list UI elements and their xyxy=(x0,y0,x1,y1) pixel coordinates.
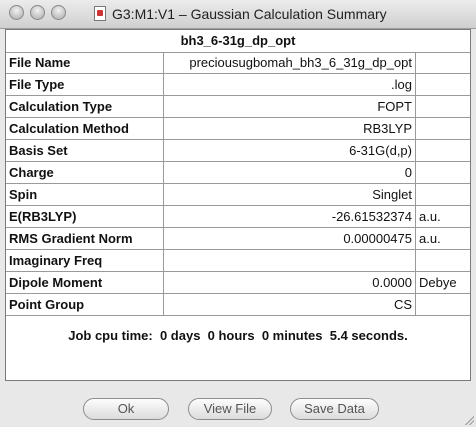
table-row: Charge 0 xyxy=(6,162,470,184)
row-value: preciousugbomah_bh3_6_31g_dp_opt xyxy=(164,52,416,74)
row-label: File Name xyxy=(6,52,164,74)
job-cpu-time: Job cpu time: 0 days 0 hours 0 minutes 5… xyxy=(68,328,408,343)
table-row: Calculation Type FOPT xyxy=(6,96,470,118)
row-value: CS xyxy=(164,294,416,316)
table-row: Point Group CS xyxy=(6,294,470,316)
view-file-button[interactable]: View File xyxy=(188,398,272,420)
row-unit: Debye xyxy=(416,272,470,294)
row-unit xyxy=(416,74,470,96)
table-row: Dipole Moment 0.0000 Debye xyxy=(6,272,470,294)
table-header: bh3_6-31g_dp_opt xyxy=(6,30,470,53)
table-row: Basis Set 6-31G(d,p) xyxy=(6,140,470,162)
row-label: Calculation Method xyxy=(6,118,164,140)
row-label: Spin xyxy=(6,184,164,206)
row-value xyxy=(164,250,416,272)
button-bar: Ok View File Save Data xyxy=(0,382,476,427)
resize-grip-icon[interactable] xyxy=(464,415,474,425)
table-row: E(RB3LYP) -26.61532374 a.u. xyxy=(6,206,470,228)
row-value: FOPT xyxy=(164,96,416,118)
close-window-button[interactable] xyxy=(9,5,24,20)
row-label: Imaginary Freq xyxy=(6,250,164,272)
row-unit xyxy=(416,118,470,140)
row-label: Dipole Moment xyxy=(6,272,164,294)
document-icon xyxy=(94,6,106,21)
table-row: Imaginary Freq xyxy=(6,250,470,272)
title-bar: G3:M1:V1 – Gaussian Calculation Summary xyxy=(0,0,476,29)
row-unit xyxy=(416,184,470,206)
row-label: Calculation Type xyxy=(6,96,164,118)
row-label: Point Group xyxy=(6,294,164,316)
row-value: 0 xyxy=(164,162,416,184)
window-title: G3:M1:V1 – Gaussian Calculation Summary xyxy=(112,6,387,22)
row-label: File Type xyxy=(6,74,164,96)
row-unit xyxy=(416,162,470,184)
row-value: 6-31G(d,p) xyxy=(164,140,416,162)
row-unit: a.u. xyxy=(416,206,470,228)
row-unit xyxy=(416,96,470,118)
row-value: Singlet xyxy=(164,184,416,206)
row-unit: a.u. xyxy=(416,228,470,250)
row-value: -26.61532374 xyxy=(164,206,416,228)
row-unit xyxy=(416,250,470,272)
save-data-button[interactable]: Save Data xyxy=(290,398,379,420)
row-value: RB3LYP xyxy=(164,118,416,140)
row-value: 0.00000475 xyxy=(164,228,416,250)
row-unit xyxy=(416,294,470,316)
table-row: File Name preciousugbomah_bh3_6_31g_dp_o… xyxy=(6,52,470,74)
row-unit xyxy=(416,140,470,162)
summary-table: bh3_6-31g_dp_opt File Name preciousugbom… xyxy=(5,29,471,381)
row-value: .log xyxy=(164,74,416,96)
row-value: 0.0000 xyxy=(164,272,416,294)
row-label: Basis Set xyxy=(6,140,164,162)
zoom-window-button[interactable] xyxy=(51,5,66,20)
row-label: Charge xyxy=(6,162,164,184)
row-label: E(RB3LYP) xyxy=(6,206,164,228)
table-row: Spin Singlet xyxy=(6,184,470,206)
ok-button[interactable]: Ok xyxy=(83,398,169,420)
table-row: File Type .log xyxy=(6,74,470,96)
minimize-window-button[interactable] xyxy=(30,5,45,20)
table-row: RMS Gradient Norm 0.00000475 a.u. xyxy=(6,228,470,250)
row-unit xyxy=(416,52,470,74)
table-row: Calculation Method RB3LYP xyxy=(6,118,470,140)
row-label: RMS Gradient Norm xyxy=(6,228,164,250)
